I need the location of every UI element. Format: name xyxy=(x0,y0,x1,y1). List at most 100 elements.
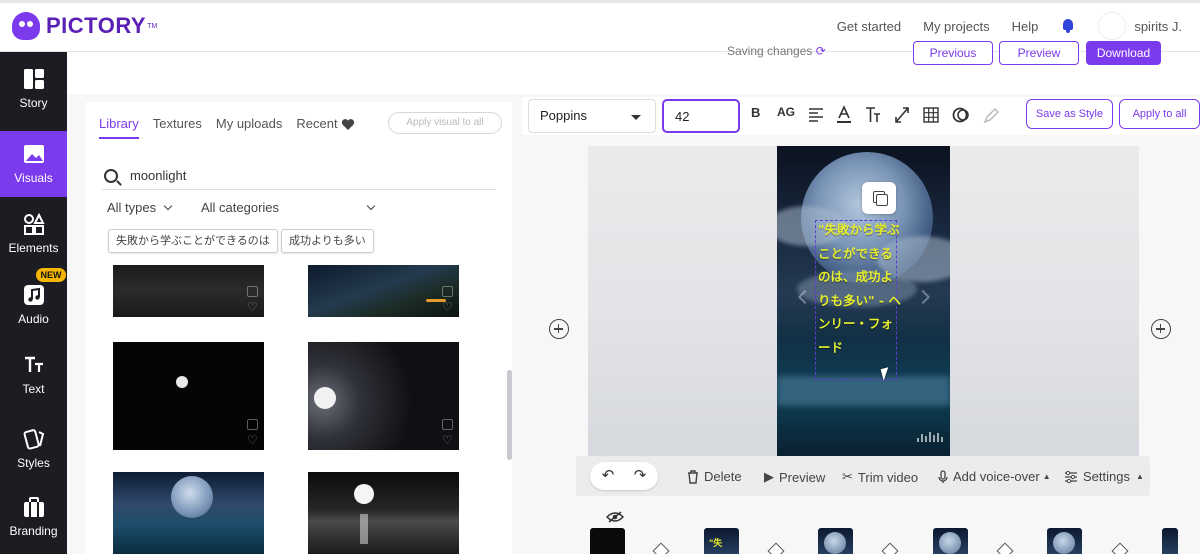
nav-my-projects[interactable]: My projects xyxy=(923,19,989,34)
tab-library[interactable]: Library xyxy=(99,116,139,139)
font-family-select[interactable]: Poppins xyxy=(528,99,656,133)
heart-outline-icon[interactable]: ♡ xyxy=(442,301,454,313)
text-style-icon[interactable] xyxy=(865,105,881,125)
heart-outline-icon[interactable]: ♡ xyxy=(247,301,259,313)
add-scene-before-button[interactable] xyxy=(549,319,569,339)
copy-icon[interactable] xyxy=(247,286,258,297)
text-toolbar: Poppins B AG Save as Style Apply to all xyxy=(522,97,1200,135)
rail-item-styles[interactable]: Styles xyxy=(0,416,67,482)
library-scrollbar[interactable] xyxy=(507,370,512,460)
nav-help[interactable]: Help xyxy=(1012,19,1039,34)
scene-thumbnail[interactable] xyxy=(818,528,853,554)
rail-label-elements: Elements xyxy=(8,241,59,255)
copy-icon[interactable] xyxy=(247,419,258,430)
pictory-logo[interactable]: PICTORY TM xyxy=(12,10,157,42)
rail-label-branding: Branding xyxy=(9,524,58,538)
briefcase-icon xyxy=(23,497,44,517)
delete-button[interactable]: Delete xyxy=(687,469,742,484)
rail-item-elements[interactable]: Elements xyxy=(0,201,67,267)
apply-to-all-button[interactable]: Apply to all xyxy=(1119,99,1200,129)
left-rail: Story Visuals Elements Audio Text Styles… xyxy=(0,52,67,554)
caption-text[interactable]: "失敗から学ぶことができるのは、成功よりも多い" - ヘンリー・フォード xyxy=(818,218,902,359)
undo-redo-group: ↶ ↷ xyxy=(590,462,658,490)
trim-video-button[interactable]: ✂ Trim video xyxy=(842,469,918,485)
keyword-chip-1[interactable]: 失敗から学ぶことができるのは xyxy=(108,229,278,253)
moon-shape xyxy=(171,476,213,518)
undo-icon[interactable]: ↶ xyxy=(601,468,615,483)
chevron-down-icon xyxy=(366,201,376,211)
preview-scene-button[interactable]: ▶ Preview xyxy=(764,469,825,485)
scene-thumbnail[interactable] xyxy=(1047,528,1082,554)
heart-icon[interactable] xyxy=(341,118,355,131)
rail-item-text[interactable]: Text xyxy=(0,342,67,408)
moon-shape xyxy=(354,484,374,504)
visual-thumbnail[interactable]: ♡ xyxy=(113,265,264,317)
visual-thumbnail[interactable]: ♡ xyxy=(113,342,264,450)
rail-item-visuals[interactable]: Visuals xyxy=(0,131,67,197)
scene-thumbnail[interactable] xyxy=(933,528,968,554)
apply-visual-to-all-button[interactable]: Apply visual to all xyxy=(388,112,502,134)
add-voice-over-button[interactable]: Add voice-over ▲ xyxy=(938,469,1051,484)
play-icon: ▶ xyxy=(764,469,774,484)
delete-label: Delete xyxy=(704,469,742,484)
previous-button[interactable]: Previous xyxy=(913,41,993,65)
caret-up-icon: ▲ xyxy=(1135,472,1144,481)
font-family-value: Poppins xyxy=(540,108,587,123)
music-note-icon xyxy=(23,285,44,305)
brand-name: PICTORY xyxy=(46,13,147,38)
effects-icon[interactable] xyxy=(952,105,970,125)
sliders-icon xyxy=(1065,470,1077,483)
tab-recent[interactable]: Recent xyxy=(296,116,337,139)
new-badge: NEW xyxy=(36,268,66,282)
visual-thumbnail[interactable]: ♡ xyxy=(308,342,459,450)
search-bar xyxy=(102,162,496,190)
preview-button[interactable]: Preview xyxy=(999,41,1079,65)
download-button[interactable]: Download xyxy=(1086,41,1161,65)
heart-outline-icon[interactable]: ♡ xyxy=(442,434,454,446)
scene-thumbnail[interactable]: "失 xyxy=(704,528,739,554)
tab-my-uploads[interactable]: My uploads xyxy=(216,116,282,139)
align-left-icon[interactable] xyxy=(808,105,824,125)
highlighter-icon[interactable] xyxy=(982,105,1000,125)
filter-type-value: All types xyxy=(107,200,157,215)
add-scene-after-button[interactable] xyxy=(1151,319,1171,339)
scene-thumbnail[interactable] xyxy=(590,528,625,554)
filter-type-dropdown[interactable]: All types xyxy=(107,200,173,215)
text-icon xyxy=(24,356,43,372)
preview-label: Preview xyxy=(779,469,826,485)
scene-thumbnail-label: "失 xyxy=(709,538,723,548)
nav-get-started[interactable]: Get started xyxy=(837,19,901,34)
search-input[interactable] xyxy=(130,168,430,183)
bold-button[interactable]: B xyxy=(751,105,760,125)
username[interactable]: spirits J. xyxy=(1134,19,1182,34)
resize-icon[interactable] xyxy=(894,105,910,125)
visual-thumbnail[interactable]: ♡ xyxy=(308,265,459,317)
rail-item-branding[interactable]: Branding xyxy=(0,484,67,550)
grid-icon[interactable] xyxy=(923,105,939,125)
settings-button[interactable]: Settings ▲ xyxy=(1064,469,1144,484)
filter-category-dropdown[interactable]: All categories xyxy=(201,200,376,215)
search-icon xyxy=(104,168,118,183)
heart-outline-icon[interactable]: ♡ xyxy=(247,434,259,446)
copy-icon[interactable] xyxy=(442,286,453,297)
keyword-chip-2[interactable]: 成功よりも多い xyxy=(281,229,374,253)
bell-icon[interactable] xyxy=(1060,18,1076,34)
save-as-style-button[interactable]: Save as Style xyxy=(1026,99,1113,129)
font-size-input[interactable] xyxy=(662,99,740,133)
scene-thumbnail[interactable] xyxy=(1162,528,1178,554)
filter-category-value: All categories xyxy=(201,200,280,215)
visual-thumbnail[interactable] xyxy=(308,472,459,554)
tab-textures[interactable]: Textures xyxy=(153,116,202,139)
redo-icon[interactable]: ↷ xyxy=(633,468,647,483)
eye-off-icon[interactable] xyxy=(606,511,624,523)
case-button[interactable]: AG xyxy=(777,105,795,125)
avatar[interactable] xyxy=(1098,12,1127,40)
copy-icon[interactable] xyxy=(442,419,453,430)
brand-tm: TM xyxy=(147,22,158,30)
rail-item-story[interactable]: Story xyxy=(0,56,67,122)
text-color-icon[interactable] xyxy=(836,105,852,125)
visual-thumbnail[interactable] xyxy=(113,472,264,554)
microphone-icon xyxy=(938,469,948,483)
duplicate-layer-button[interactable] xyxy=(862,182,896,214)
moon-shape xyxy=(314,387,336,409)
